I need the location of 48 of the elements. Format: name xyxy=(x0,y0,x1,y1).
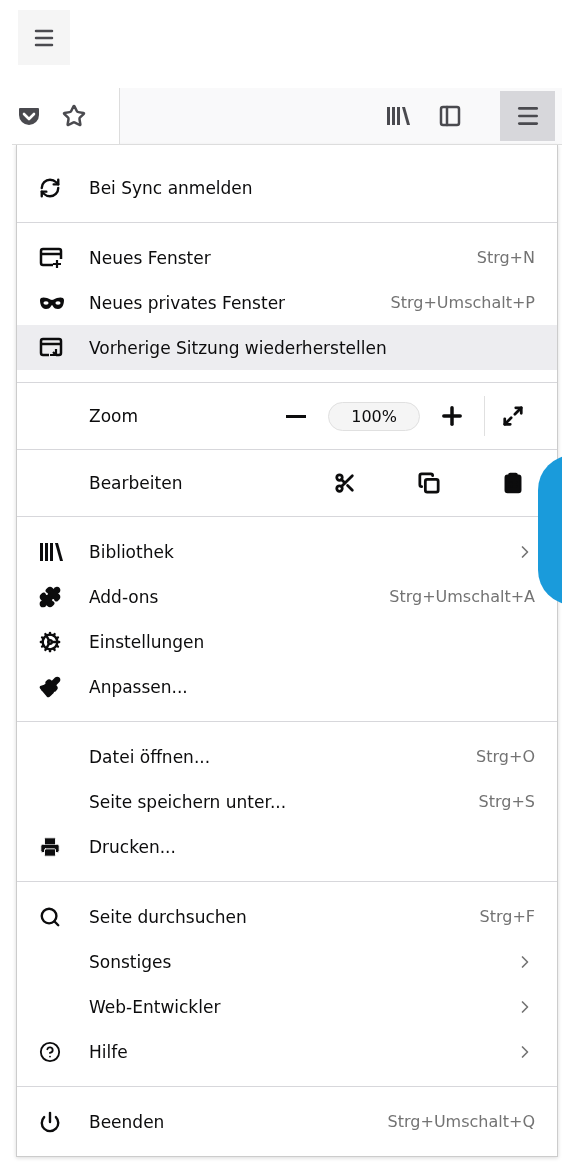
menu-button[interactable] xyxy=(18,10,70,65)
clipboard-icon xyxy=(502,472,524,494)
shortcut-text: Strg+N xyxy=(476,248,535,267)
menu-item[interactable]: Neues privates Fenster Strg+Umschalt+P xyxy=(17,280,557,325)
settings-icon xyxy=(39,630,61,653)
sidebar-icon[interactable] xyxy=(438,104,462,128)
shortcut-text: Strg+F xyxy=(479,907,535,926)
menu-item[interactable]: Anpassen... xyxy=(17,664,557,709)
minus-icon xyxy=(286,414,307,418)
menu-item[interactable]: Bei Sync anmelden xyxy=(17,165,557,210)
pocket-icon[interactable] xyxy=(18,106,40,126)
shortcut-text: Strg+Umschalt+A xyxy=(389,587,535,606)
menu-item[interactable]: Bibliothek xyxy=(17,529,557,574)
search-icon xyxy=(39,905,61,928)
menu-item[interactable]: Drucken... xyxy=(17,824,557,869)
menu-item[interactable]: Einstellungen xyxy=(17,619,557,664)
brush-icon xyxy=(39,675,61,698)
menu-item[interactable]: Sonstiges xyxy=(17,939,557,984)
zoom-label: Zoom xyxy=(89,406,139,426)
copy-icon xyxy=(418,472,440,494)
menu-item[interactable]: Web-Entwickler xyxy=(17,984,557,1029)
help-icon xyxy=(39,1040,61,1063)
menu-item[interactable]: Add-ons Strg+Umschalt+A xyxy=(17,574,557,619)
library-icon xyxy=(39,541,63,562)
scissors-icon xyxy=(334,472,356,494)
menu-item[interactable]: Datei öffnen... Strg+O xyxy=(17,734,557,779)
menu-item[interactable]: Vorherige Sitzung wiederherstellen xyxy=(17,325,557,370)
new-window-icon xyxy=(39,246,63,269)
zoom-reset-button[interactable]: 100% xyxy=(328,401,420,431)
star-icon[interactable] xyxy=(62,104,86,128)
menu-item[interactable]: Seite speichern unter... Strg+S xyxy=(17,779,557,824)
shortcut-text: Strg+Umschalt+Q xyxy=(387,1112,535,1131)
menu-item[interactable]: Hilfe xyxy=(17,1029,557,1074)
mask-icon xyxy=(39,295,65,310)
menu-item[interactable]: Beenden Strg+Umschalt+Q xyxy=(17,1099,557,1144)
printer-icon xyxy=(39,835,61,858)
shortcut-text: Strg+S xyxy=(478,792,535,811)
expand-arrows-icon xyxy=(502,405,524,427)
sync-icon xyxy=(39,176,61,199)
power-icon xyxy=(39,1110,61,1133)
library-icon[interactable] xyxy=(386,106,410,126)
shortcut-text: Strg+Umschalt+P xyxy=(390,293,535,312)
shortcut-text: Strg+O xyxy=(476,747,535,766)
menu-button[interactable] xyxy=(500,91,555,141)
restore-window-icon xyxy=(39,336,63,359)
menu-item[interactable]: Seite durchsuchen Strg+F xyxy=(17,894,557,939)
menu-item[interactable]: Neues Fenster Strg+N xyxy=(17,235,557,280)
edit-label: Bearbeiten xyxy=(89,473,184,493)
